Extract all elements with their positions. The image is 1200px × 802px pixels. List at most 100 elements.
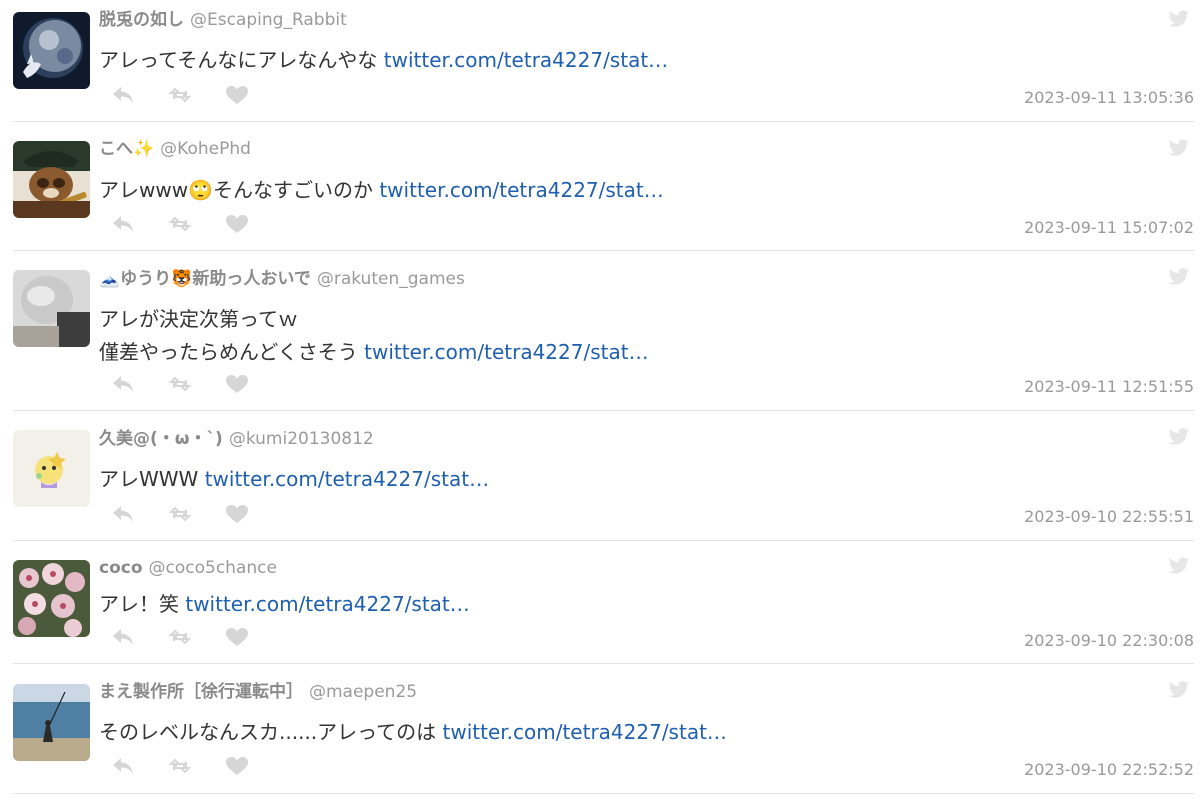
handle[interactable]: @coco5chance: [149, 558, 277, 578]
avatar[interactable]: [13, 270, 90, 347]
avatar[interactable]: [13, 684, 90, 761]
tweet-header: 脱兎の如し @Escaping_Rabbit: [99, 9, 347, 31]
retweet-button[interactable]: [165, 502, 195, 526]
tweet-header: こへ✨ @KohePhd: [99, 138, 251, 160]
like-button[interactable]: [222, 754, 252, 778]
twitter-bird-icon[interactable]: [1168, 139, 1190, 157]
timestamp[interactable]: 2023-09-11 15:07:02: [1024, 218, 1194, 237]
display-name[interactable]: まえ製作所［徐行運転中］: [99, 682, 303, 702]
timestamp[interactable]: 2023-09-10 22:55:51: [1024, 507, 1194, 526]
fishing-sea-avatar: [13, 684, 90, 761]
reply-icon: [113, 506, 133, 522]
retweet-button[interactable]: [165, 83, 195, 107]
tweet-text: アレwww🙄そんなすごいのか twitter.com/tetra4227/sta…: [99, 174, 664, 207]
tweet-link[interactable]: twitter.com/tetra4227/stat…: [379, 178, 663, 202]
timestamp[interactable]: 2023-09-10 22:52:52: [1024, 760, 1194, 779]
retweet-icon: [168, 506, 192, 522]
display-name[interactable]: 久美@(・ω・`): [99, 429, 223, 449]
divider: [13, 793, 1194, 794]
tweet-actions: [108, 372, 279, 396]
tweet-link[interactable]: twitter.com/tetra4227/stat…: [364, 340, 648, 364]
like-button[interactable]: [222, 502, 252, 526]
like-button[interactable]: [222, 83, 252, 107]
display-name[interactable]: 🗻ゆうり🐯新助っ人おいで: [99, 269, 311, 289]
tweet-link[interactable]: twitter.com/tetra4227/stat…: [205, 467, 489, 491]
twitter-bird-icon[interactable]: [1168, 428, 1190, 446]
tweet-text-line: アレってそんなにアレなんやな: [99, 48, 384, 72]
heart-icon: [226, 215, 248, 233]
tweet-text-line: アレ！笑: [99, 592, 186, 616]
twitter-bird-icon[interactable]: [1168, 681, 1190, 699]
reply-icon: [113, 758, 133, 774]
avatar[interactable]: [13, 430, 90, 507]
tweet-header: 🗻ゆうり🐯新助っ人おいで @rakuten_games: [99, 268, 465, 290]
tweet-text-line: アレwww🙄そんなすごいのか: [99, 178, 380, 202]
tweet-header: 久美@(・ω・`) @kumi20130812: [99, 428, 374, 450]
retweet-button[interactable]: [165, 372, 195, 396]
display-name[interactable]: 脱兎の如し: [99, 10, 184, 30]
retweet-icon: [168, 629, 192, 645]
handle[interactable]: @KohePhd: [160, 139, 251, 159]
tanuki-avatar: [13, 141, 90, 218]
tweet-text: アレが決定次第ってｗ 僅差やったらめんどくさそう twitter.com/tet…: [99, 303, 649, 369]
tweet-header: coco @coco5chance: [99, 557, 277, 579]
handle[interactable]: @Escaping_Rabbit: [190, 10, 347, 30]
retweet-button[interactable]: [165, 625, 195, 649]
heart-icon: [226, 505, 248, 523]
heart-icon: [226, 375, 248, 393]
tweet-actions: [108, 754, 279, 778]
timestamp[interactable]: 2023-09-10 22:30:08: [1024, 631, 1194, 650]
like-button[interactable]: [222, 372, 252, 396]
reply-button[interactable]: [108, 83, 138, 107]
flowers-avatar: [13, 560, 90, 637]
avatar[interactable]: [13, 141, 90, 218]
display-name[interactable]: こへ✨: [99, 139, 154, 159]
cartoon-character-avatar: [13, 430, 90, 507]
reply-button[interactable]: [108, 212, 138, 236]
handle[interactable]: @maepen25: [309, 682, 417, 702]
like-button[interactable]: [222, 212, 252, 236]
twitter-bird-icon[interactable]: [1168, 10, 1190, 28]
reply-button[interactable]: [108, 502, 138, 526]
retweet-icon: [168, 376, 192, 392]
retweet-button[interactable]: [165, 754, 195, 778]
tweet-link[interactable]: twitter.com/tetra4227/stat…: [443, 720, 727, 744]
tweet-text-line: アレが決定次第ってｗ: [99, 307, 298, 331]
heart-icon: [226, 757, 248, 775]
timestamp[interactable]: 2023-09-11 12:51:55: [1024, 377, 1194, 396]
tweet-text: アレってそんなにアレなんやな twitter.com/tetra4227/sta…: [99, 44, 668, 77]
like-button[interactable]: [222, 625, 252, 649]
tweet-card: こへ✨ @KohePhd アレwww🙄そんなすごいのか twitter.com/t…: [0, 122, 1200, 251]
avatar[interactable]: [13, 560, 90, 637]
handle[interactable]: @rakuten_games: [317, 269, 465, 289]
timestamp[interactable]: 2023-09-11 13:05:36: [1024, 88, 1194, 107]
tweet-actions: [108, 212, 279, 236]
tweet-card: まえ製作所［徐行運転中］ @maepen25 そのレベルなんスカ......アレっ…: [0, 664, 1200, 794]
reply-icon: [113, 376, 133, 392]
retweet-button[interactable]: [165, 212, 195, 236]
tweet-card: 脱兎の如し @Escaping_Rabbit アレってそんなにアレなんやな twi…: [0, 0, 1200, 122]
tweet-card: coco @coco5chance アレ！笑 twitter.com/tetra4…: [0, 541, 1200, 664]
display-name[interactable]: coco: [99, 558, 143, 578]
twitter-bird-icon[interactable]: [1168, 557, 1190, 575]
tweet-actions: [108, 83, 279, 107]
reply-button[interactable]: [108, 754, 138, 778]
person-gray-hair-avatar: [13, 270, 90, 347]
retweet-icon: [168, 758, 192, 774]
tweet-link[interactable]: twitter.com/tetra4227/stat…: [185, 592, 469, 616]
reply-button[interactable]: [108, 372, 138, 396]
reply-icon: [113, 629, 133, 645]
tweet-text: そのレベルなんスカ......アレってのは twitter.com/tetra4…: [99, 716, 727, 749]
tweet-text: アレWWW twitter.com/tetra4227/stat…: [99, 463, 489, 496]
reply-icon: [113, 87, 133, 103]
tweet-link[interactable]: twitter.com/tetra4227/stat…: [384, 48, 668, 72]
tweet-feed: 脱兎の如し @Escaping_Rabbit アレってそんなにアレなんやな twi…: [0, 0, 1200, 802]
reply-button[interactable]: [108, 625, 138, 649]
avatar[interactable]: [13, 12, 90, 89]
handle[interactable]: @kumi20130812: [229, 429, 374, 449]
tweet-text-line: そのレベルなんスカ......アレってのは: [99, 720, 443, 744]
twitter-bird-icon[interactable]: [1168, 268, 1190, 286]
retweet-icon: [168, 216, 192, 232]
tweet-actions: [108, 625, 279, 649]
tweet-card: 久美@(・ω・`) @kumi20130812 アレWWW twitter.com…: [0, 411, 1200, 541]
